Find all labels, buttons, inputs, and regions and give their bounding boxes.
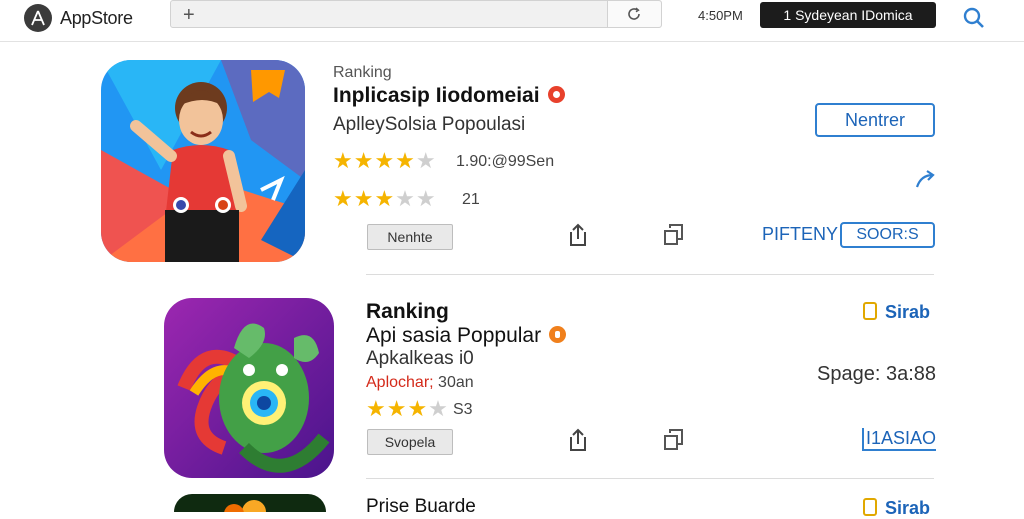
row2-subtitle: Apkalkeas i0: [366, 348, 474, 369]
appstore-logo-icon[interactable]: [24, 4, 52, 32]
arrow-up-right-icon[interactable]: [914, 170, 938, 196]
copy-icon[interactable]: [662, 222, 686, 248]
row1-link-b[interactable]: SOOR:S: [840, 222, 935, 248]
row2-price[interactable]: Sirab: [863, 302, 930, 323]
row1-link-a[interactable]: PIFTENY: [762, 224, 838, 245]
verified-badge-icon: [547, 85, 565, 103]
row2-star-rating: ★★★★: [366, 396, 449, 421]
brand-name: AppStore: [60, 8, 133, 28]
row3-price[interactable]: Sirab: [863, 498, 930, 519]
plus-icon[interactable]: +: [183, 4, 195, 27]
app-icon-2[interactable]: [164, 298, 334, 478]
hot-badge-icon: [549, 325, 567, 343]
row1-star-rating: ★★★★★: [333, 148, 437, 173]
address-bar[interactable]: +: [170, 0, 662, 28]
account-button[interactable]: 1 Sydeyean IDomica: [760, 2, 936, 28]
row1-get-button[interactable]: Nentrer: [815, 103, 935, 137]
app-icon-1[interactable]: [101, 60, 305, 262]
row-divider: [366, 478, 934, 479]
price-tag-icon: [863, 498, 877, 517]
search-icon[interactable]: [962, 6, 986, 30]
row2-meta: Aplochar; 30an: [366, 374, 474, 391]
app-icon-3[interactable]: [174, 494, 326, 512]
copy-icon[interactable]: [662, 427, 686, 453]
row2-ranking-label: Ranking: [366, 300, 449, 323]
row1-title[interactable]: Inplicasip Iiodomeiai: [333, 84, 565, 108]
row1-rating-count: 1.90:@99Sen: [456, 153, 555, 170]
row1-secondary-button[interactable]: Nenhte: [367, 224, 453, 250]
row1-star-rating-2: ★★★★★: [333, 186, 437, 211]
row1-review-count: 21: [462, 191, 480, 208]
row1-subtitle: AplleySolsia Popoulasi: [333, 114, 526, 135]
price-tag-icon: [863, 302, 877, 321]
clock-text: 4:50PM: [698, 8, 743, 23]
top-bar: AppStore + 4:50PM 1 Sydeyean IDomica: [0, 0, 1024, 42]
reload-icon: [628, 7, 640, 20]
row2-review-count: S3: [453, 401, 473, 418]
row2-secondary-button[interactable]: Svopela: [367, 429, 453, 455]
share-icon[interactable]: [566, 427, 590, 453]
row2-title[interactable]: Api sasia Poppular: [366, 324, 567, 348]
row2-link[interactable]: I1ASIAO: [862, 428, 937, 451]
row3-title[interactable]: Prise Buarde: [366, 496, 476, 518]
row2-size: Spage: 3a:88: [817, 363, 936, 385]
row1-ranking-label: Ranking: [333, 64, 392, 81]
share-icon[interactable]: [566, 222, 590, 248]
reload-button[interactable]: [607, 1, 661, 27]
row-divider: [366, 274, 934, 275]
